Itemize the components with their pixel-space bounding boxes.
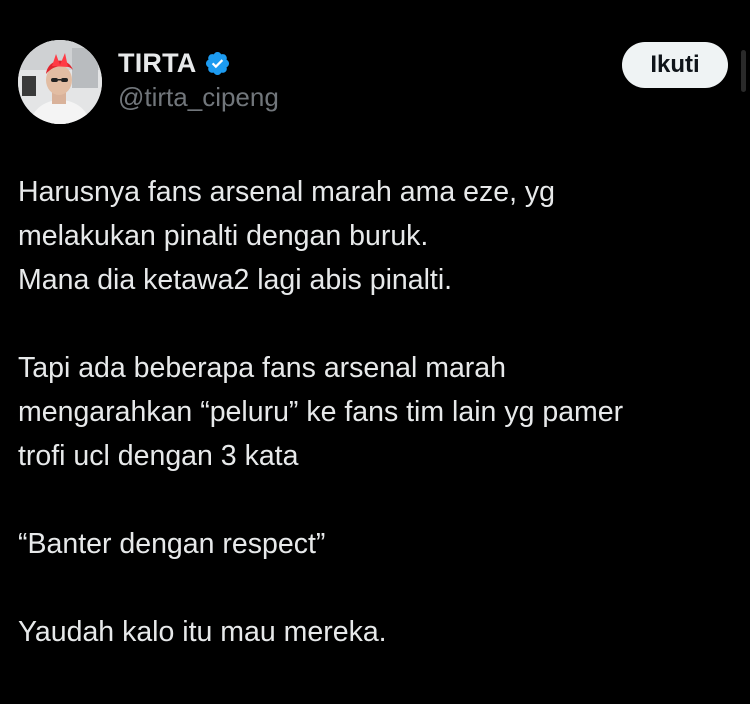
avatar[interactable] xyxy=(18,40,102,124)
avatar-image xyxy=(18,40,102,124)
tweet-paragraph: Harusnya fans arsenal marah ama eze, yg … xyxy=(18,170,730,302)
author-display-name[interactable]: TIRTA xyxy=(118,48,196,79)
verified-badge-icon[interactable] xyxy=(204,50,231,77)
tweet-header: TIRTA @tirta_cipeng Ikuti xyxy=(18,40,728,124)
tweet-line: Yaudah kalo itu mau mereka. xyxy=(18,616,387,648)
tweet-line: mengarahkan “peluru” ke fans tim lain yg… xyxy=(18,396,624,428)
tweet-paragraph: Yaudah kalo itu mau mereka. xyxy=(18,610,730,654)
tweet-card: TIRTA @tirta_cipeng Ikuti Harusnya fans … xyxy=(0,0,750,704)
tweet-paragraph: “Banter dengan respect” xyxy=(18,522,730,566)
author-name-row: TIRTA xyxy=(118,46,279,80)
scrollbar[interactable] xyxy=(741,50,746,92)
author-info: TIRTA @tirta_cipeng xyxy=(118,46,279,113)
tweet-line: melakukan pinalti dengan buruk. xyxy=(18,220,429,252)
author-handle[interactable]: @tirta_cipeng xyxy=(118,82,279,113)
follow-button[interactable]: Ikuti xyxy=(622,42,728,88)
tweet-line: Mana dia ketawa2 lagi abis pinalti. xyxy=(18,264,453,296)
tweet-line: Tapi ada beberapa fans arsenal marah xyxy=(18,352,506,384)
tweet-line: “Banter dengan respect” xyxy=(18,528,326,560)
tweet-line: trofi ucl dengan 3 kata xyxy=(18,440,299,472)
tweet-line: Harusnya fans arsenal marah ama eze, yg xyxy=(18,176,556,208)
tweet-text: Harusnya fans arsenal marah ama eze, yg … xyxy=(18,170,730,654)
tweet-paragraph: Tapi ada beberapa fans arsenal marah men… xyxy=(18,346,730,478)
